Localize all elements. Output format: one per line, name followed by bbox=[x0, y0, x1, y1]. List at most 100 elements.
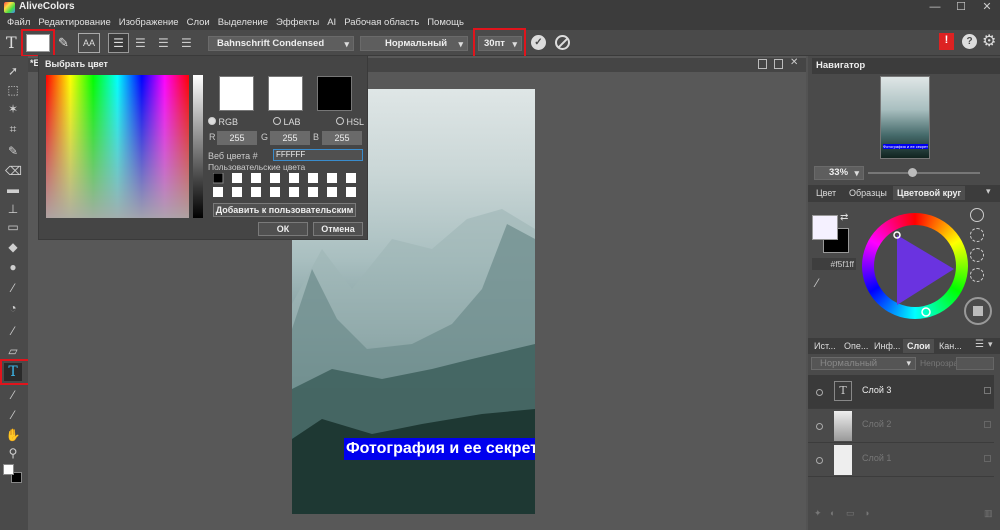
alert-icon[interactable]: ! bbox=[939, 33, 954, 50]
canvas-text-layer[interactable]: Фотография и ее секреты bbox=[344, 438, 535, 460]
b-input[interactable]: 255 bbox=[322, 131, 362, 145]
settings-gear-icon[interactable]: ⚙ bbox=[982, 31, 996, 51]
align-left-icon[interactable]: ☰ bbox=[108, 33, 129, 53]
align-right-icon[interactable]: ☰ bbox=[158, 36, 169, 50]
menu-layers[interactable]: Слои bbox=[183, 15, 214, 30]
layer-lock-icon[interactable] bbox=[984, 455, 991, 462]
font-size-select[interactable]: 30пт bbox=[478, 36, 522, 51]
tab-history[interactable]: Ист... bbox=[810, 339, 840, 353]
layer-row-2[interactable]: Слой 2 bbox=[808, 409, 994, 443]
mask-icon[interactable]: ◑ bbox=[864, 508, 869, 518]
menu-ai[interactable]: AI bbox=[323, 15, 340, 30]
mode-lab[interactable]: LAB bbox=[273, 117, 301, 127]
maximize-button[interactable]: ☐ bbox=[948, 0, 974, 15]
minimize-button[interactable]: — bbox=[922, 0, 948, 15]
blur-tool-icon[interactable]: ◆ bbox=[5, 240, 21, 254]
doc-restore-icon[interactable] bbox=[774, 59, 783, 69]
new-layer-icon[interactable]: ✦ bbox=[814, 508, 822, 519]
picker-tool-icon[interactable]: ⁄ bbox=[5, 408, 21, 422]
wheel-square-button[interactable] bbox=[964, 297, 992, 325]
commit-icon[interactable]: ✓ bbox=[531, 35, 546, 50]
layer-name[interactable]: Слой 3 bbox=[862, 385, 891, 395]
layer-lock-icon[interactable] bbox=[984, 387, 991, 394]
doc-page-icon[interactable] bbox=[758, 59, 767, 69]
gradient-tool-icon[interactable]: ▬ bbox=[5, 182, 21, 196]
layer-name[interactable]: Слой 1 bbox=[862, 453, 891, 463]
wheel-mode-icon[interactable] bbox=[970, 208, 984, 222]
layer-lock-icon[interactable] bbox=[984, 421, 991, 428]
wheel-mode-icon-4[interactable] bbox=[970, 268, 984, 282]
crop-tool-icon[interactable]: ⌗ bbox=[5, 122, 21, 136]
tab-operations[interactable]: Опе... bbox=[840, 339, 872, 353]
layer-style-icon[interactable]: ◐ bbox=[830, 508, 835, 518]
cancel-icon[interactable] bbox=[555, 35, 570, 50]
magic-wand-icon[interactable]: ✶ bbox=[5, 102, 21, 116]
shape-tool-icon[interactable]: ◔ bbox=[5, 301, 21, 315]
brush-tool-icon[interactable]: ✎ bbox=[5, 144, 21, 158]
layer-row-1[interactable]: Слой 1 bbox=[808, 443, 994, 477]
tab-channels[interactable]: Кан... bbox=[935, 339, 966, 353]
layer-visibility-icon[interactable] bbox=[816, 389, 823, 396]
layer-row-3[interactable]: T Слой 3 bbox=[808, 375, 994, 409]
text-tool-icon[interactable]: T bbox=[4, 363, 22, 381]
help-icon[interactable]: ? bbox=[962, 34, 977, 49]
tab-color[interactable]: Цвет bbox=[812, 186, 840, 200]
text-case-icon[interactable]: AA bbox=[78, 33, 100, 53]
cancel-button[interactable]: Отмена bbox=[313, 222, 363, 236]
zoom-select[interactable]: 33% bbox=[814, 166, 864, 180]
color-hex-value[interactable]: #f5f1ff bbox=[812, 258, 856, 270]
align-center-icon[interactable]: ☰ bbox=[135, 36, 146, 50]
foreground-color-box[interactable] bbox=[812, 215, 838, 240]
web-color-input[interactable]: FFFFFF bbox=[273, 149, 363, 161]
pen-tool-icon[interactable]: ⁄ bbox=[5, 324, 21, 338]
mode-rgb[interactable]: RGB bbox=[208, 117, 238, 127]
dodge-tool-icon[interactable]: ● bbox=[5, 260, 21, 274]
layer-name[interactable]: Слой 2 bbox=[862, 419, 891, 429]
tab-layers[interactable]: Слои bbox=[903, 339, 935, 353]
brightness-strip[interactable] bbox=[193, 75, 203, 218]
menu-edit[interactable]: Редактирование bbox=[34, 15, 114, 30]
tab-info[interactable]: Инф... bbox=[870, 339, 904, 353]
ok-button[interactable]: ОК bbox=[258, 222, 308, 236]
ruler-tool-icon[interactable]: ▱ bbox=[5, 344, 21, 358]
add-to-custom-button[interactable]: Добавить к пользовательским bbox=[213, 203, 356, 217]
text-color-swatch[interactable] bbox=[26, 34, 50, 52]
font-style-select[interactable]: Нормальный bbox=[360, 36, 468, 51]
menu-workspace[interactable]: Рабочая область bbox=[340, 15, 423, 30]
layers-menu-icon[interactable]: ☰ bbox=[975, 339, 984, 350]
wheel-mode-icon-3[interactable] bbox=[970, 248, 984, 262]
eraser-tool-icon[interactable]: ⌫ bbox=[5, 164, 22, 178]
tab-swatches[interactable]: Образцы bbox=[845, 186, 891, 200]
eyedropper-icon[interactable]: ✎ bbox=[58, 35, 72, 50]
r-input[interactable]: 255 bbox=[217, 131, 257, 145]
zoom-tool-icon[interactable]: ⚲ bbox=[5, 446, 21, 460]
align-justify-icon[interactable]: ☰ bbox=[181, 36, 192, 50]
close-button[interactable]: ✕ bbox=[974, 0, 1000, 15]
fill-tool-icon[interactable]: ▭ bbox=[5, 220, 21, 234]
stamp-tool-icon[interactable]: ⊥ bbox=[5, 202, 21, 216]
zoom-slider-handle[interactable] bbox=[908, 168, 917, 177]
layer-visibility-icon[interactable] bbox=[816, 423, 823, 430]
foreground-color-swatch[interactable] bbox=[3, 464, 14, 475]
zoom-slider-track[interactable] bbox=[868, 172, 980, 174]
wheel-mode-icon-2[interactable] bbox=[970, 228, 984, 242]
menu-select[interactable]: Выделение bbox=[214, 15, 272, 30]
menu-help[interactable]: Помощь bbox=[423, 15, 468, 30]
blend-mode-select[interactable]: Нормальный bbox=[811, 357, 916, 370]
layer-visibility-icon[interactable] bbox=[816, 457, 823, 464]
panel-menu-icon[interactable]: ▾ bbox=[986, 186, 991, 197]
folder-icon[interactable]: ▭ bbox=[846, 508, 855, 519]
opacity-input[interactable] bbox=[956, 357, 994, 370]
mode-hsl[interactable]: HSL bbox=[336, 117, 364, 127]
navigator-thumbnail[interactable]: Фотография и ее секреты bbox=[880, 76, 930, 159]
doc-close-icon[interactable]: ✕ bbox=[790, 57, 798, 68]
color-eyedropper-icon[interactable]: ⁄ bbox=[816, 276, 818, 290]
smudge-tool-icon[interactable]: ⁄ bbox=[5, 281, 21, 295]
delete-layer-icon[interactable]: ▥ bbox=[984, 508, 993, 519]
color-spectrum[interactable] bbox=[46, 75, 189, 218]
menu-file[interactable]: Файл bbox=[3, 15, 34, 30]
menu-effects[interactable]: Эффекты bbox=[272, 15, 323, 30]
font-family-select[interactable]: Bahnschrift Condensed bbox=[208, 36, 354, 51]
tab-color-wheel[interactable]: Цветовой круг bbox=[893, 186, 966, 200]
g-input[interactable]: 255 bbox=[270, 131, 310, 145]
